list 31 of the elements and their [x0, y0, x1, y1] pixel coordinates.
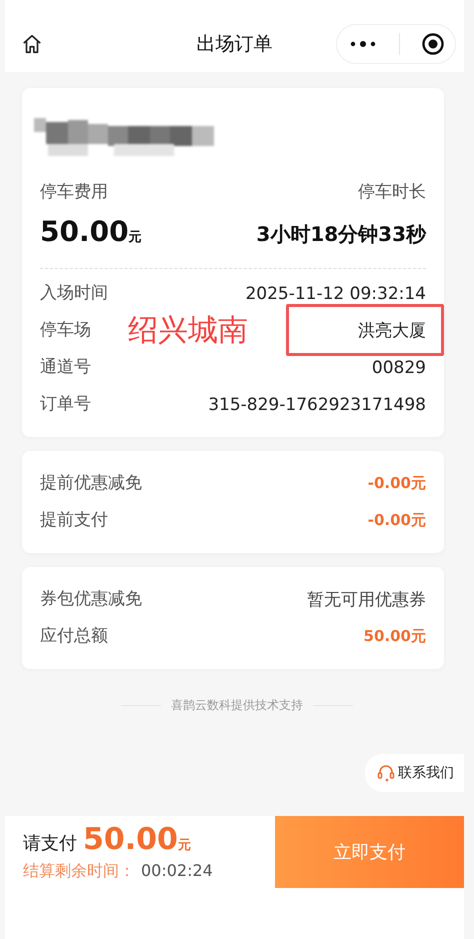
fee-amount: 50.00元	[40, 215, 142, 248]
headset-icon	[377, 764, 395, 782]
annotation-text: 绍兴城南	[128, 312, 248, 350]
countdown-time: 00:02:24	[141, 861, 213, 880]
close-icon[interactable]	[420, 32, 444, 56]
footer-text: 喜鹊云数科提供技术支持	[171, 697, 303, 714]
total-value: 50.00元	[364, 627, 426, 646]
countdown-label: 结算剩余时间：	[23, 861, 135, 882]
home-icon[interactable]	[21, 32, 43, 54]
discount-label: 提前优惠减免	[40, 472, 142, 495]
total-value[interactable]: 暂无可用优惠券	[307, 588, 426, 611]
discount-label: 提前支付	[40, 509, 108, 532]
total-label: 券包优惠减免	[40, 588, 142, 611]
detail-value: 2025-11-12 09:32:14	[245, 284, 426, 304]
discount-value: -0.00元	[368, 474, 426, 493]
detail-label: 订单号	[40, 393, 91, 416]
total-label: 应付总额	[40, 625, 108, 648]
page-title: 出场订单	[196, 32, 274, 56]
contact-button[interactable]: 联系我们	[365, 754, 464, 792]
duration-value: 3小时18分钟33秒	[256, 221, 426, 248]
duration-label: 停车时长	[358, 181, 426, 204]
discount-value: -0.00元	[368, 511, 426, 530]
detail-value: 315-829-1762923171498	[208, 394, 426, 414]
pay-prompt: 请支付	[23, 832, 77, 855]
detail-label: 通道号	[40, 356, 91, 379]
pay-amount: 50.00元	[83, 822, 191, 857]
detail-label: 入场时间	[40, 282, 108, 305]
fee-label: 停车费用	[40, 181, 108, 204]
detail-value: 00829	[372, 358, 426, 378]
detail-value: 洪亮大厦	[358, 320, 426, 342]
detail-label: 停车场	[40, 319, 91, 342]
